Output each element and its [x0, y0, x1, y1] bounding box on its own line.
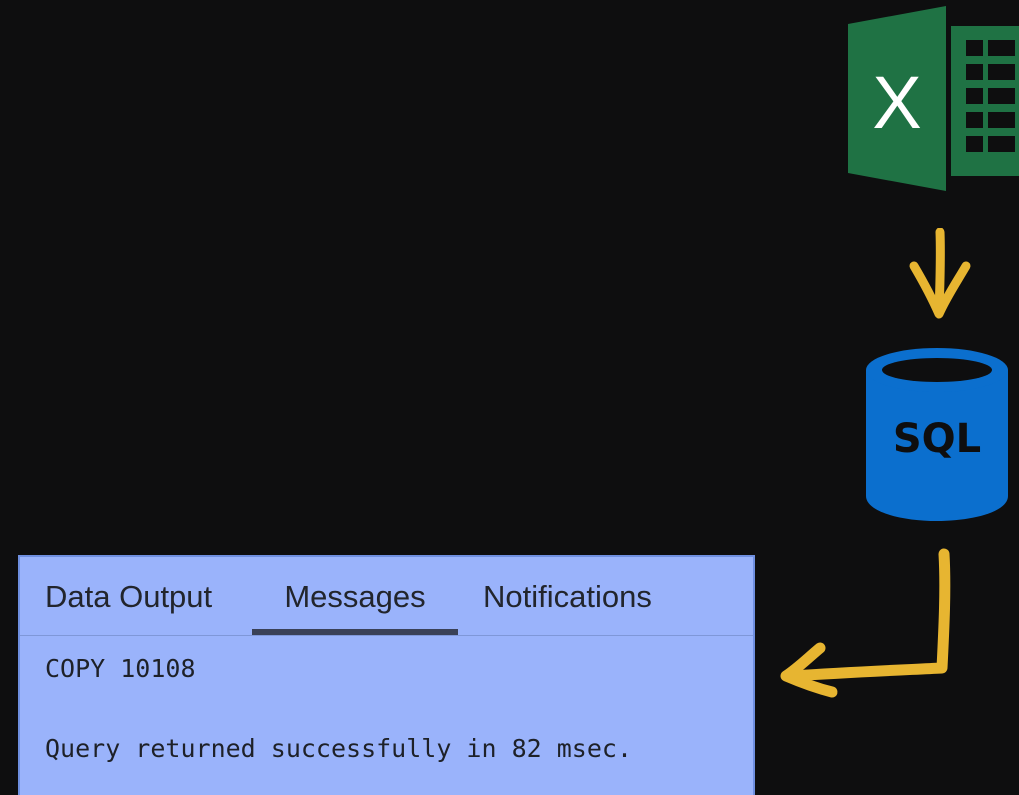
output-panel: Data Output Messages Notifications COPY … [18, 555, 755, 795]
arrow-left-icon [780, 548, 951, 698]
excel-icon: X [848, 6, 1019, 191]
excel-letter: X [872, 61, 921, 144]
excel-grid [951, 26, 1019, 176]
sql-label: SQL [893, 416, 981, 462]
canvas: X SQL Data Output Messages Notifications… [0, 0, 1019, 795]
sql-database-icon: SQL [866, 348, 1008, 521]
tab-messages[interactable]: Messages [252, 577, 458, 635]
message-copy-result: COPY 10108 [45, 654, 196, 683]
tab-notifications[interactable]: Notifications [483, 577, 652, 635]
tab-bar: Data Output Messages Notifications [20, 557, 753, 636]
message-query-status: Query returned successfully in 82 msec. [45, 734, 632, 763]
tab-data-output[interactable]: Data Output [45, 577, 212, 635]
arrow-down-icon [909, 228, 971, 319]
